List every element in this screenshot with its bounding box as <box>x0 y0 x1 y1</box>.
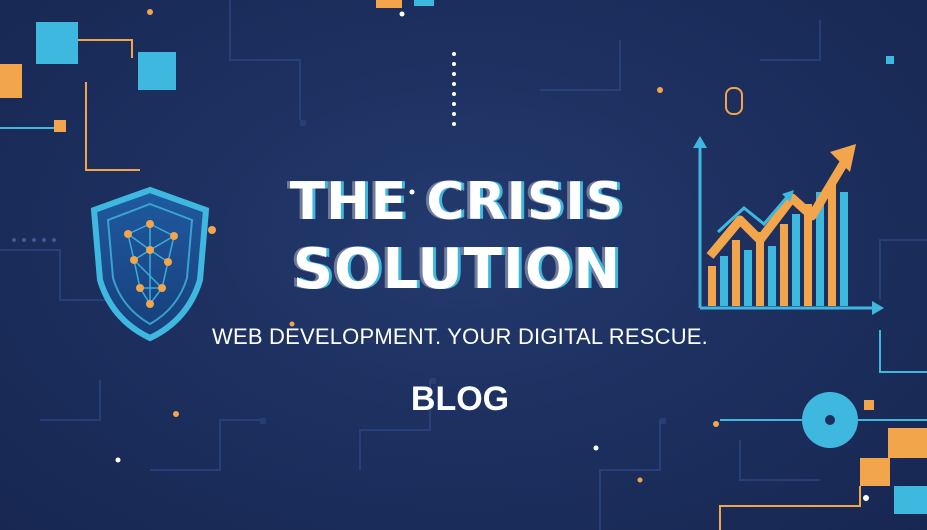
shield-network-icon <box>90 186 210 342</box>
title-line-1: THE CRISIS <box>289 172 625 232</box>
title-line-2: SOLUTION <box>292 237 622 302</box>
hero-banner: THE CRISIS SOLUTION WEB DEVELOPMENT. YOU… <box>0 0 927 530</box>
blog-label: BLOG <box>410 380 510 418</box>
growth-chart-icon <box>693 136 884 315</box>
tagline: WEB DEVELOPMENT. YOUR DIGITAL RESCUE. <box>212 324 708 349</box>
